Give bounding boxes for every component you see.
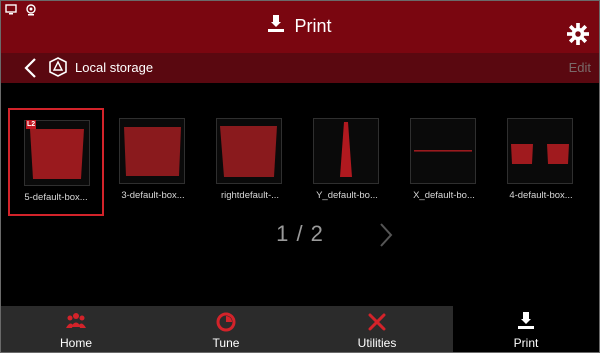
page-indicator: 1 / 2 (276, 221, 324, 246)
file-badge: L2 (26, 120, 37, 129)
pie-icon (216, 312, 236, 332)
edit-button[interactable]: Edit (569, 60, 591, 75)
people-icon (66, 312, 86, 330)
file-thumbnail (507, 118, 573, 184)
nav-tune[interactable]: Tune (151, 306, 301, 352)
file-tile[interactable]: 4-default-box... (493, 108, 589, 216)
file-thumbnail (119, 118, 185, 184)
file-tile[interactable]: Y_default-bo... (299, 108, 395, 216)
breadcrumb-label: Local storage (75, 60, 154, 75)
tools-icon (367, 312, 387, 331)
nav-print[interactable]: Print (453, 306, 599, 352)
file-grid: L2 5-default-box... 3-default-box... rig… (8, 108, 592, 218)
top-bar: Print (1, 1, 599, 53)
nav-home[interactable]: Home (1, 306, 151, 352)
file-tile[interactable]: L2 5-default-box... (8, 108, 104, 216)
nav-tune-label: Tune (212, 336, 240, 350)
nav-utilities[interactable]: Utilities (301, 306, 453, 352)
file-thumbnail (313, 118, 379, 184)
file-tile[interactable]: X_default-bo... (396, 108, 492, 216)
print-icon (268, 15, 285, 38)
webcam-icon (25, 3, 37, 16)
file-thumbnail (216, 118, 282, 184)
nav-home-label: Home (59, 336, 92, 350)
print-icon (516, 312, 536, 330)
file-name: 5-default-box... (24, 192, 88, 203)
storage-icon (49, 57, 67, 77)
file-tile[interactable]: 3-default-box... (105, 108, 201, 216)
nav-print-label: Print (513, 336, 539, 350)
file-name: Y_default-bo... (316, 190, 378, 201)
file-thumbnail (410, 118, 476, 184)
chevron-right-icon[interactable] (379, 222, 393, 248)
gear-icon[interactable] (567, 23, 589, 45)
file-thumbnail (24, 120, 90, 186)
status-icons (5, 3, 37, 16)
file-name: 4-default-box... (509, 190, 573, 201)
chevron-left-icon[interactable] (23, 57, 37, 79)
breadcrumb: Local storage Edit (1, 53, 599, 83)
nav-utilities-label: Utilities (357, 336, 397, 350)
file-tile[interactable]: rightdefault-... (202, 108, 298, 216)
bottom-nav: Home Tune Utilities Print (1, 306, 599, 352)
file-name: rightdefault-... (220, 190, 280, 201)
monitor-icon (5, 3, 17, 15)
file-name: X_default-bo... (413, 190, 475, 201)
page-title: Print (294, 16, 332, 36)
file-name: 3-default-box... (121, 190, 185, 201)
